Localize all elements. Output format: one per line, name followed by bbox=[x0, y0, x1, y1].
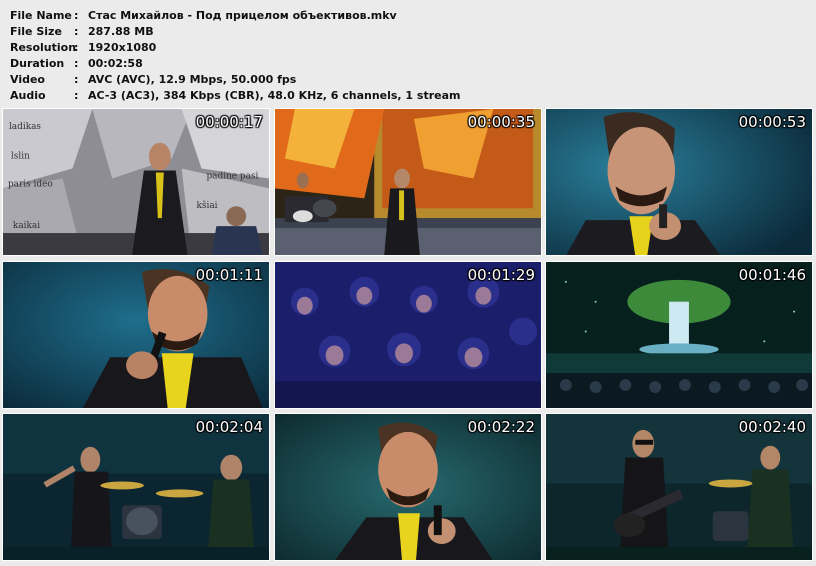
thumbnail-7[interactable]: 00:02:04 bbox=[2, 413, 270, 561]
timestamp: 00:00:35 bbox=[467, 113, 535, 131]
thumbnail-1[interactable]: ladikas lslin paris ideo padine pasi kšiai… bbox=[2, 108, 270, 256]
svg-text:paris ideo: paris ideo bbox=[8, 179, 53, 189]
thumbnail-image bbox=[275, 109, 541, 255]
timestamp: 00:01:11 bbox=[195, 266, 263, 284]
media-info-panel: File Name : Стас Михайлов - Под прицелом… bbox=[10, 8, 461, 104]
info-value: 00:02:58 bbox=[88, 57, 143, 70]
svg-text:lslin: lslin bbox=[11, 152, 30, 162]
info-separator: : bbox=[74, 89, 79, 102]
info-row-duration: Duration : 00:02:58 bbox=[10, 56, 461, 72]
timestamp: 00:00:53 bbox=[738, 113, 806, 131]
info-row-audio: Audio : AC-3 (AC3), 384 Kbps (CBR), 48.0… bbox=[10, 88, 461, 104]
info-separator: : bbox=[74, 73, 79, 86]
thumbnail-8[interactable]: 00:02:22 bbox=[274, 413, 542, 561]
thumbnail-3[interactable]: 00:00:53 bbox=[545, 108, 813, 256]
info-label: Audio bbox=[10, 89, 46, 102]
svg-text:padine pasi: padine pasi bbox=[206, 171, 258, 181]
info-separator: : bbox=[74, 9, 79, 22]
info-row-file-name: File Name : Стас Михайлов - Под прицелом… bbox=[10, 8, 461, 24]
thumbnail-grid: ladikas lslin paris ideo padine pasi kšiai… bbox=[2, 108, 814, 564]
timestamp: 00:00:17 bbox=[195, 113, 263, 131]
info-label: File Name bbox=[10, 9, 72, 22]
thumbnail-6[interactable]: 00:01:46 bbox=[545, 261, 813, 409]
svg-text:kšiai: kšiai bbox=[197, 200, 218, 211]
thumbnail-image bbox=[3, 414, 269, 560]
thumbnail-image bbox=[3, 262, 269, 408]
thumbnail-4[interactable]: 00:01:11 bbox=[2, 261, 270, 409]
info-row-file-size: File Size : 287.88 MB bbox=[10, 24, 461, 40]
thumbnail-image bbox=[275, 414, 541, 560]
svg-text:kaikai: kaikai bbox=[13, 221, 40, 231]
info-label: Duration bbox=[10, 57, 65, 70]
timestamp: 00:02:22 bbox=[467, 418, 535, 436]
info-row-video: Video : AVC (AVC), 12.9 Mbps, 50.000 fps bbox=[10, 72, 461, 88]
thumbnail-5[interactable]: 00:01:29 bbox=[274, 261, 542, 409]
info-value: 1920x1080 bbox=[88, 41, 157, 54]
info-value: AVC (AVC), 12.9 Mbps, 50.000 fps bbox=[88, 73, 297, 86]
info-separator: : bbox=[74, 57, 79, 70]
info-separator: : bbox=[74, 25, 79, 38]
thumbnail-image bbox=[546, 109, 812, 255]
info-label: Video bbox=[10, 73, 45, 86]
svg-text:ladikas: ladikas bbox=[9, 122, 41, 132]
timestamp: 00:02:40 bbox=[738, 418, 806, 436]
thumbnail-image bbox=[546, 414, 812, 560]
info-value: AC-3 (AC3), 384 Kbps (CBR), 48.0 KHz, 6 … bbox=[88, 89, 461, 102]
thumbnail-9[interactable]: 00:02:40 bbox=[545, 413, 813, 561]
thumbnail-image: ladikas lslin paris ideo padine pasi kšiai… bbox=[3, 109, 269, 255]
info-value: 287.88 MB bbox=[88, 25, 154, 38]
info-separator: : bbox=[74, 41, 79, 54]
thumbnail-2[interactable]: 00:00:35 bbox=[274, 108, 542, 256]
timestamp: 00:02:04 bbox=[195, 418, 263, 436]
info-value: Стас Михайлов - Под прицелом объективов.… bbox=[88, 9, 397, 22]
timestamp: 00:01:29 bbox=[467, 266, 535, 284]
info-label: File Size bbox=[10, 25, 62, 38]
info-label: Resolution bbox=[10, 41, 77, 54]
timestamp: 00:01:46 bbox=[738, 266, 806, 284]
info-row-resolution: Resolution : 1920x1080 bbox=[10, 40, 461, 56]
thumbnail-image bbox=[546, 262, 812, 408]
thumbnail-image bbox=[275, 262, 541, 408]
